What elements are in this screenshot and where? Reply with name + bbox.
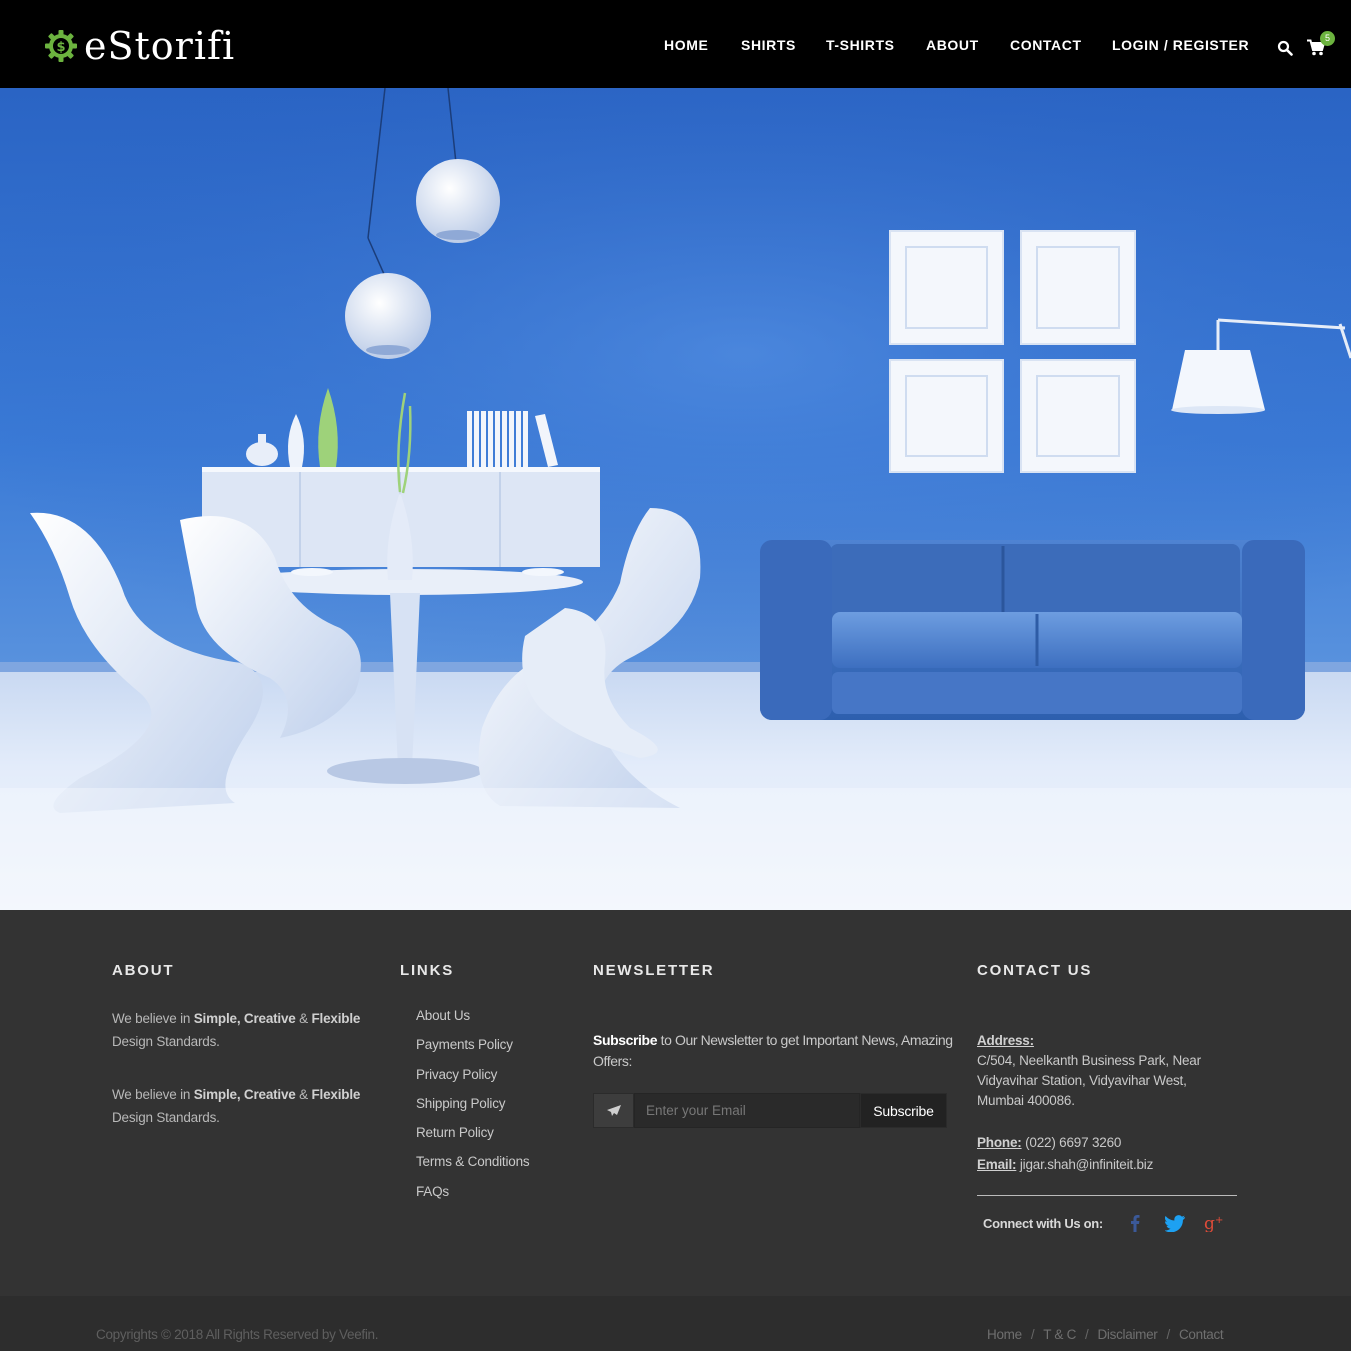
bottom-link-home[interactable]: Home [987,1327,1022,1342]
site-header: $ eStorifi HOME SHIRTS T-SHIRTS ABOUT CO… [0,0,1351,88]
phone-value: (022) 6697 3260 [1021,1135,1122,1150]
link-return-policy[interactable]: Return Policy [416,1123,529,1152]
link-privacy-policy[interactable]: Privacy Policy [416,1065,529,1094]
logo[interactable]: $ eStorifi [44,24,235,68]
facebook-icon[interactable] [1124,1212,1146,1234]
site-footer: ABOUT We believe in Simple, Creative & F… [0,910,1351,1296]
footer-links-title: LINKS [400,962,454,979]
brand-name: eStorifi [84,24,236,68]
bottom-link-disclaimer[interactable]: Disclaimer [1097,1327,1157,1342]
address-label: Address: [977,1033,1034,1048]
link-about-us[interactable]: About Us [416,1006,529,1035]
about-paragraph-1: We believe in Simple, Creative & Flexibl… [112,1011,361,1049]
link-payments-policy[interactable]: Payments Policy [416,1035,529,1064]
connect-label: Connect with Us on: [983,1216,1103,1231]
contact-divider [977,1195,1237,1196]
link-terms-conditions[interactable]: Terms & Conditions [416,1152,530,1181]
nav-about[interactable]: ABOUT [926,37,979,53]
copyright-text: Copyrights © 2018 All Rights Reserved by… [96,1327,379,1342]
address-line: C/504, Neelkanth Business Park, Near [977,1053,1201,1068]
paper-plane-icon [593,1093,634,1128]
footer-links-list: About Us Payments Policy Privacy Policy … [416,1006,530,1211]
dollar-gear-icon: $ [45,30,77,62]
newsletter-email-input[interactable] [634,1093,860,1128]
svg-text:+: + [1215,1215,1223,1226]
footer-contact-title: CONTACT US [977,962,1093,979]
separator: / [1166,1327,1171,1342]
bottom-link-contact[interactable]: Contact [1179,1327,1224,1342]
address-line: Vidyavihar Station, Vidyavihar West, [977,1073,1187,1088]
address-line: Mumbai 400086. [977,1093,1075,1108]
email-value[interactable]: jigar.shah@infiniteit.biz [1016,1157,1153,1172]
footer-newsletter-title: NEWSLETTER [593,962,715,979]
svg-text:g: g [1204,1214,1215,1232]
email-label: Email: [977,1157,1017,1172]
nav-login-register[interactable]: LOGIN / REGISTER [1112,37,1249,53]
nav-home[interactable]: HOME [664,37,708,53]
footer-about-title: ABOUT [112,962,175,979]
bottom-links: Home / T & C / Disclaimer / Contact [987,1327,1224,1342]
bottom-link-tc[interactable]: T & C [1043,1327,1076,1342]
search-icon[interactable] [1277,40,1293,56]
google-plus-icon[interactable]: g + [1204,1212,1226,1234]
hero-interior-image [0,88,1351,910]
contact-address: Address: C/504, Neelkanth Business Park,… [977,1031,1201,1111]
subscribe-button[interactable]: Subscribe [860,1093,947,1128]
bottom-bar: Copyrights © 2018 All Rights Reserved by… [0,1296,1351,1351]
separator: / [1085,1327,1089,1342]
hero-banner [0,88,1351,910]
svg-text:$: $ [56,40,65,55]
about-paragraph-2: We believe in Simple, Creative & Flexibl… [112,1087,361,1125]
nav-shirts[interactable]: SHIRTS [741,37,796,53]
newsletter-form: Subscribe [593,1093,947,1128]
phone-label: Phone: [977,1135,1022,1150]
nav-contact[interactable]: CONTACT [1010,37,1082,53]
cart-count-badge: 5 [1320,31,1335,46]
contact-phone: Phone: (022) 6697 3260 [977,1133,1121,1153]
separator: / [1030,1327,1035,1342]
link-faqs[interactable]: FAQs [416,1182,529,1211]
contact-email: Email: jigar.shah@infiniteit.biz [977,1155,1153,1175]
twitter-icon[interactable] [1164,1212,1186,1234]
newsletter-description: Subscribe to Our Newsletter to get Impor… [593,1032,953,1069]
nav-t-shirts[interactable]: T-SHIRTS [826,37,895,53]
link-shipping-policy[interactable]: Shipping Policy [416,1094,529,1123]
